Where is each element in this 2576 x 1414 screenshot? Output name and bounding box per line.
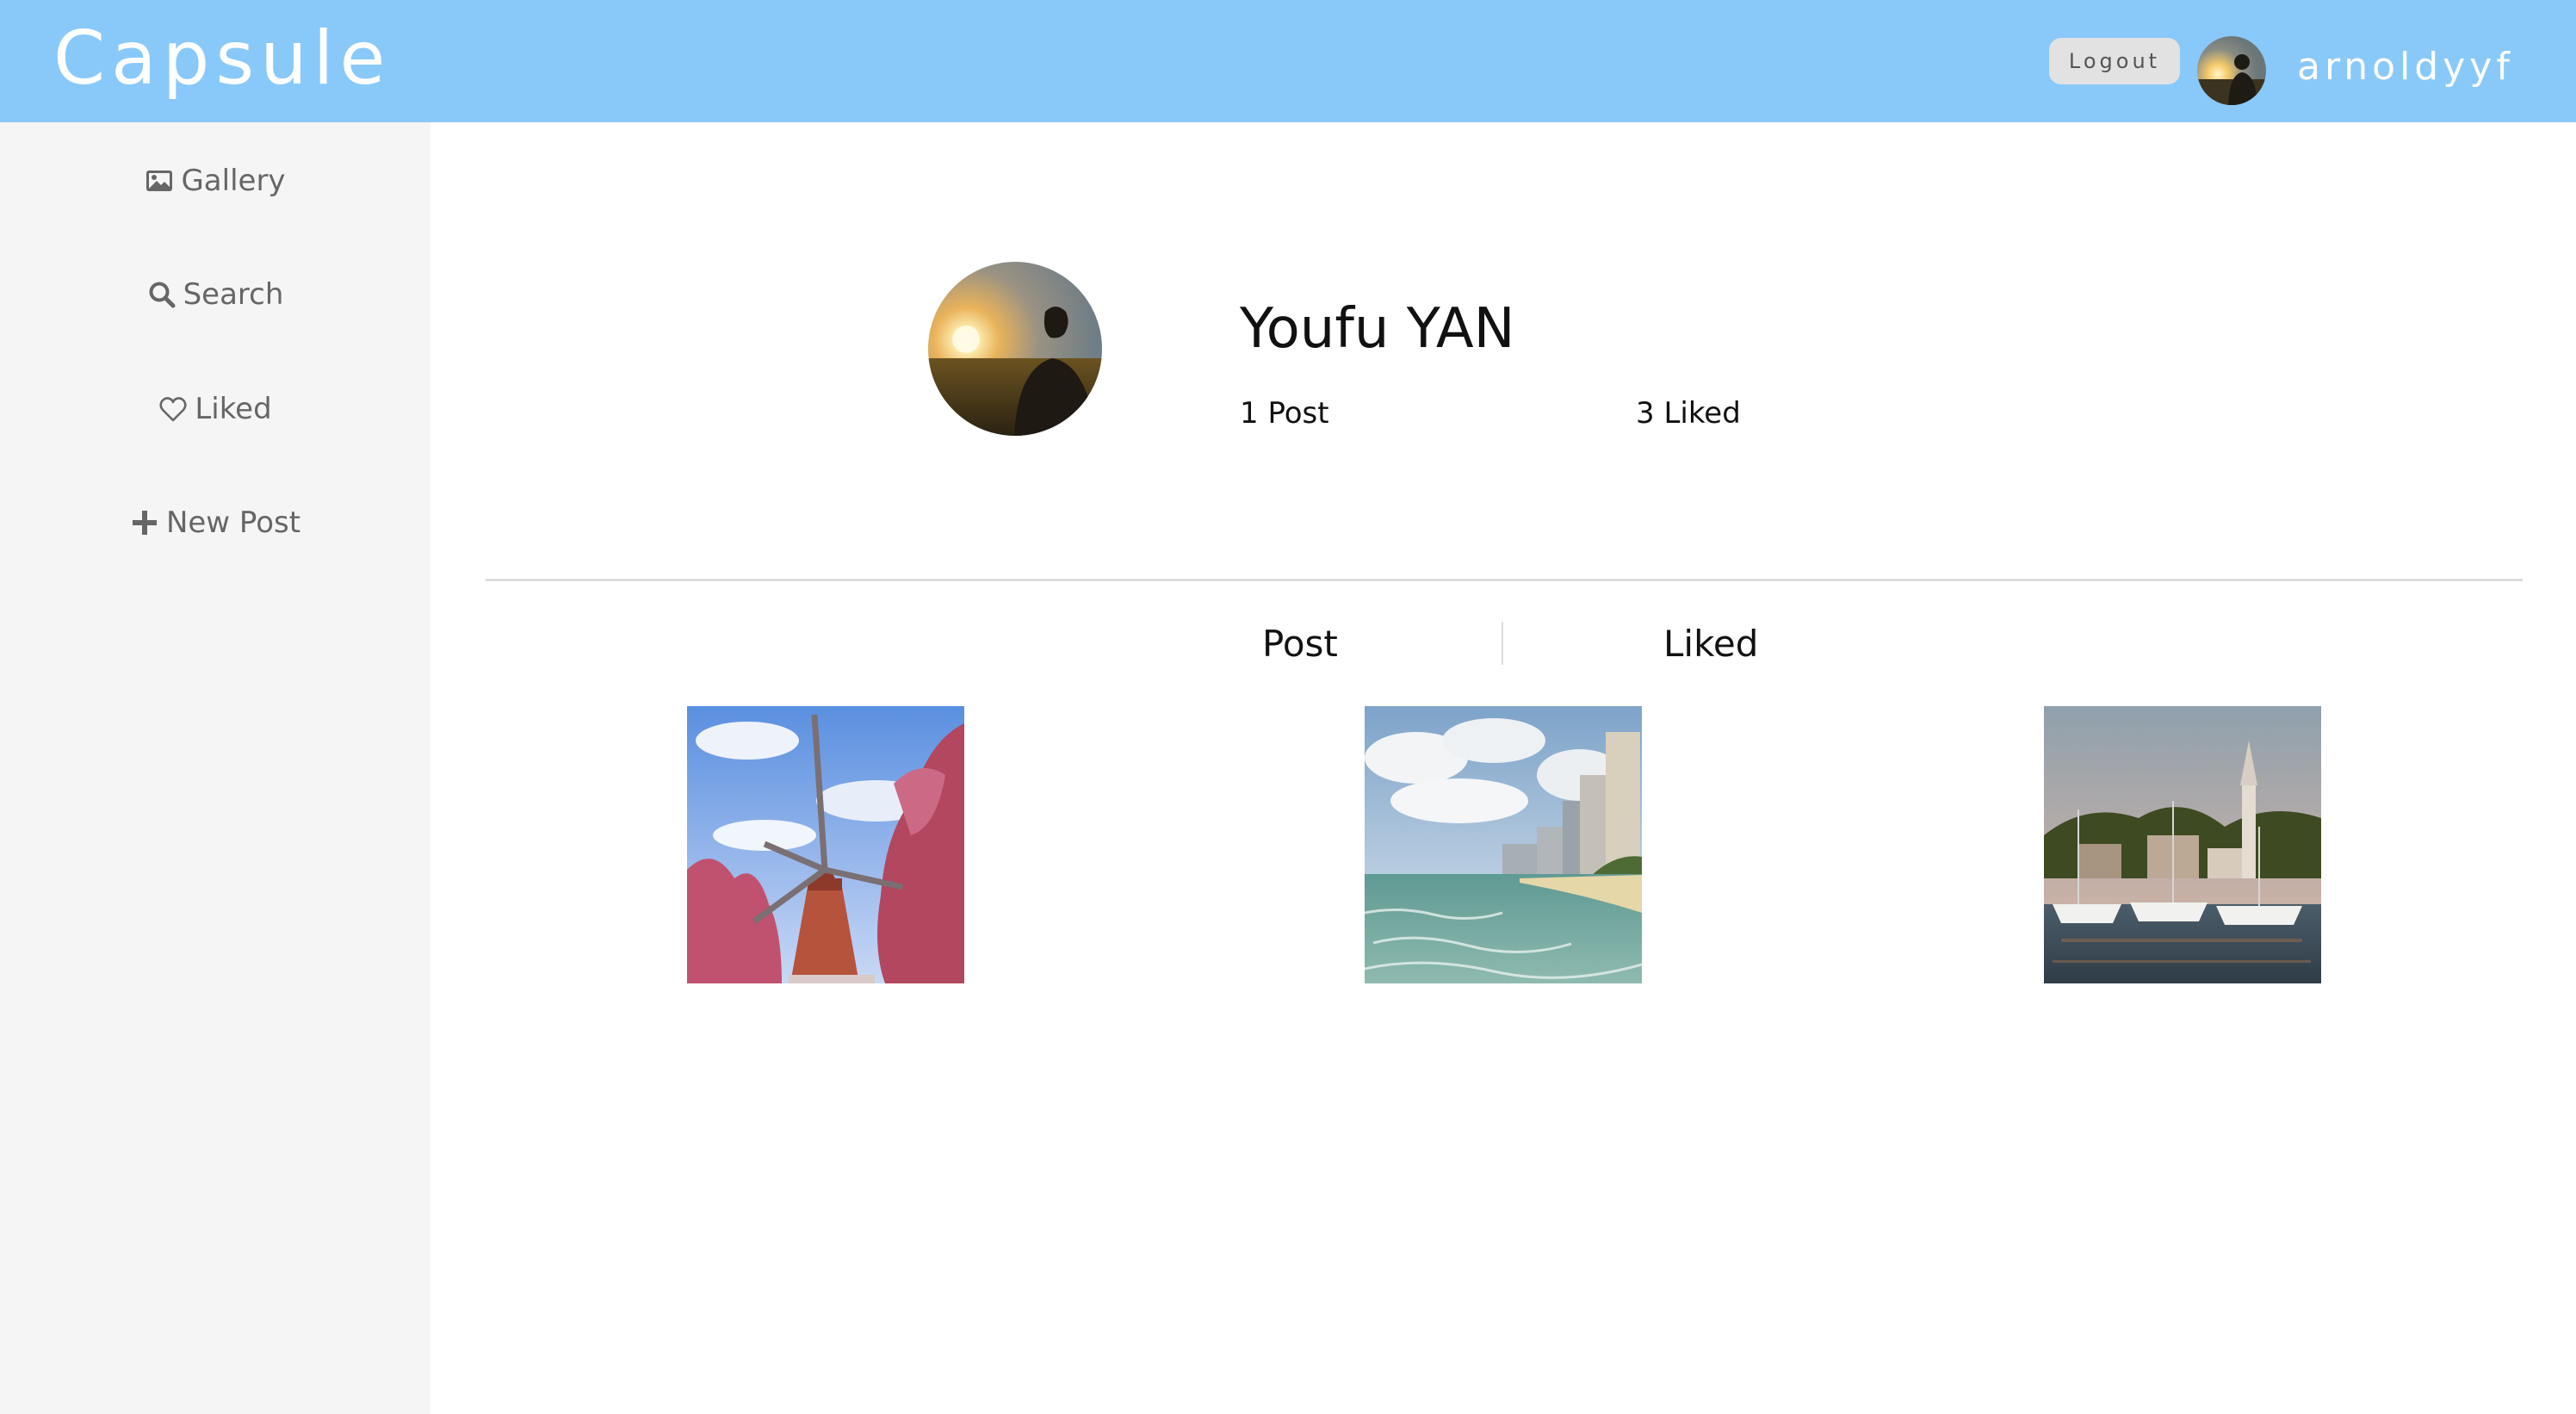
plus-icon xyxy=(130,508,159,537)
search-icon xyxy=(147,280,176,309)
heart-icon xyxy=(158,394,188,424)
sidebar-item-liked[interactable]: Liked xyxy=(0,381,430,437)
liked-count: 3 Liked xyxy=(1636,396,1741,431)
sidebar-item-gallery[interactable]: Gallery xyxy=(0,153,430,208)
gallery-image-windmill[interactable] xyxy=(687,706,964,983)
logout-button[interactable]: Logout xyxy=(2049,38,2180,84)
brand-logo[interactable]: Capsule xyxy=(53,7,391,110)
username-label[interactable]: arnoldyyf xyxy=(2297,40,2514,95)
app-root: Capsule Logout arnoldyyf Gallery Search … xyxy=(0,0,2576,1414)
sidebar-item-label: New Post xyxy=(165,505,301,540)
header-avatar[interactable] xyxy=(2197,36,2266,105)
section-divider xyxy=(486,579,2523,581)
tab-separator xyxy=(1502,622,1503,665)
sidebar-item-new-post[interactable]: New Post xyxy=(0,495,430,550)
sidebar-item-label: Search xyxy=(183,277,284,312)
top-header: Capsule Logout arnoldyyf xyxy=(0,0,2576,122)
gallery-image-marina[interactable] xyxy=(2044,706,2321,983)
gallery-image-beach[interactable] xyxy=(1365,706,1642,983)
tab-post[interactable]: Post xyxy=(1262,618,1338,670)
sidebar: Gallery Search Liked New Post xyxy=(0,122,430,1414)
image-icon xyxy=(145,166,174,195)
sidebar-item-search[interactable]: Search xyxy=(0,267,430,322)
profile-name: Youfu YAN xyxy=(1240,297,1515,361)
sidebar-item-label: Liked xyxy=(195,392,272,426)
posts-count: 1 Post xyxy=(1240,396,1329,431)
sidebar-item-label: Gallery xyxy=(181,164,286,198)
profile-avatar xyxy=(928,262,1102,436)
tab-liked[interactable]: Liked xyxy=(1663,618,1758,670)
